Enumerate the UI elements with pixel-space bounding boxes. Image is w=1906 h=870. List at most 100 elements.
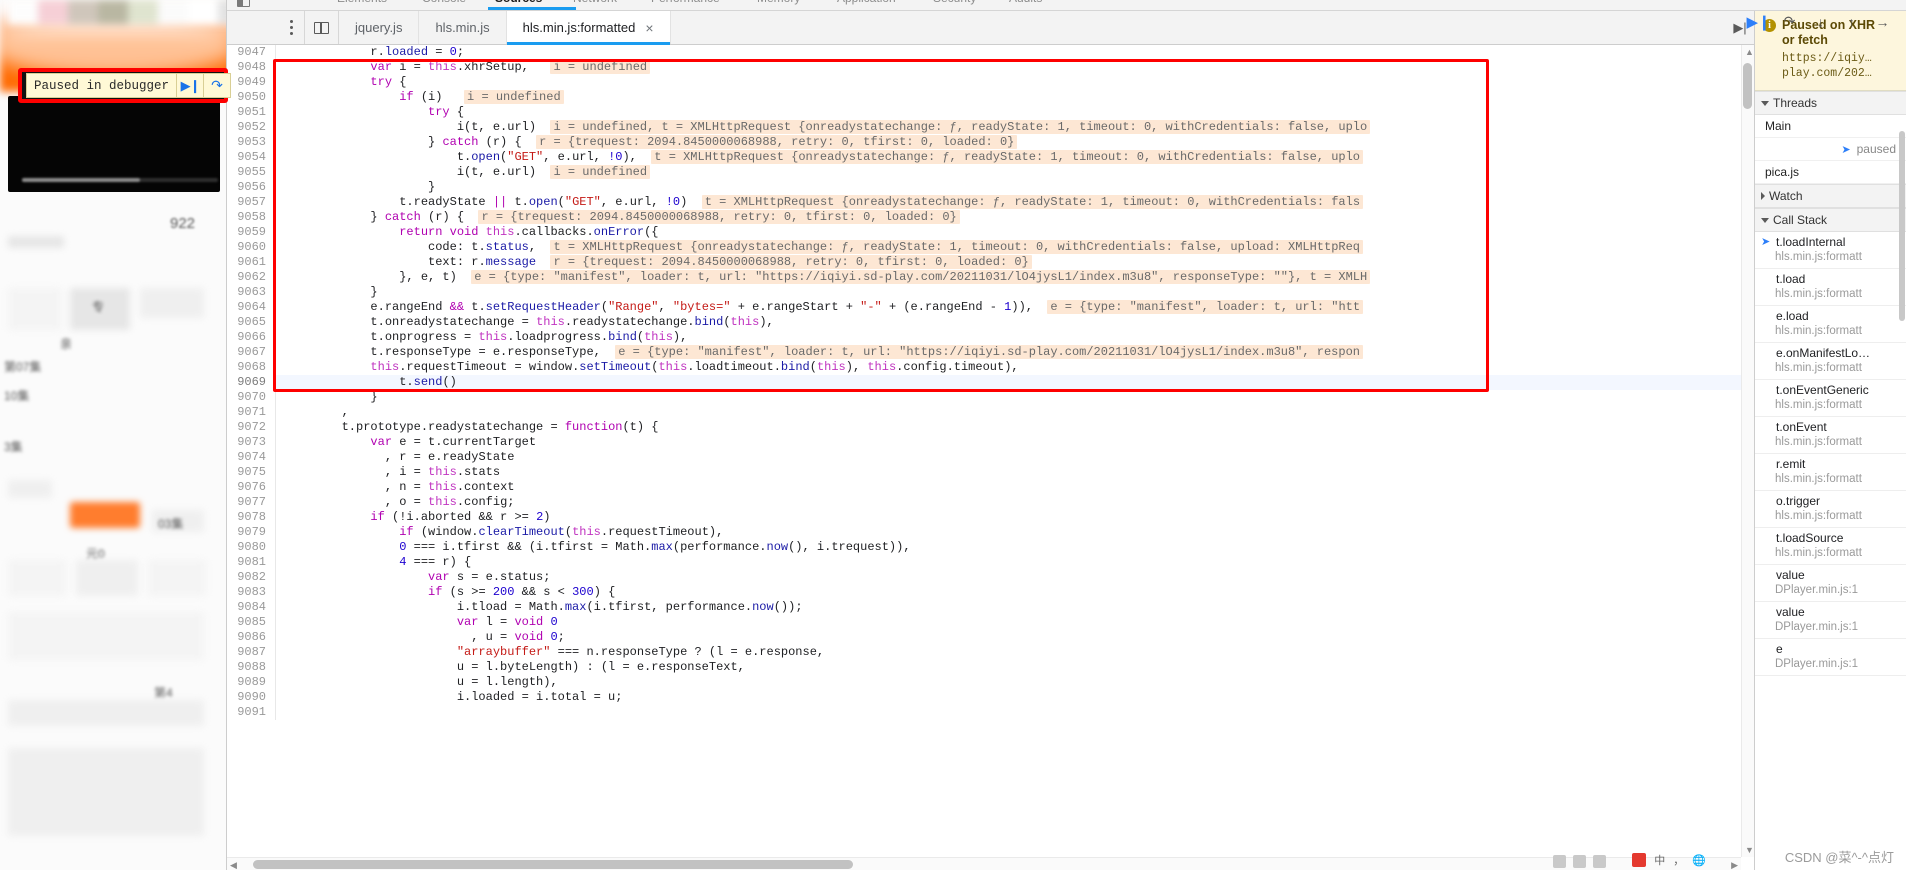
line-number[interactable]: 9090 [227, 690, 275, 705]
tab-performance[interactable]: Performance [651, 0, 720, 5]
code-editor[interactable]: 9047 r.loaded = 0; 9048 var i = this.xhrS… [227, 45, 1754, 870]
line-number[interactable]: 9080 [227, 540, 275, 555]
line-number[interactable]: 9055 [227, 165, 275, 180]
sidebar-scrollbar-thumb[interactable] [1899, 131, 1905, 321]
line-number[interactable]: 9079 [227, 525, 275, 540]
code-line[interactable]: 9084 i.tload = Math.max(i.tfirst, perfor… [227, 600, 1754, 615]
code-line[interactable]: 9068 this.requestTimeout = window.setTim… [227, 360, 1754, 375]
scrollbar-thumb[interactable] [253, 860, 853, 869]
call-stack-frame[interactable]: e.load hls.min.js:formatt [1755, 306, 1906, 343]
line-number[interactable]: 9086 [227, 630, 275, 645]
line-number[interactable]: 9088 [227, 660, 275, 675]
line-number[interactable]: 9061 [227, 255, 275, 270]
code-line[interactable]: 9060 code: t.status, t = XMLHttpRequest … [227, 240, 1754, 255]
tab-security[interactable]: Security [933, 0, 976, 5]
tab-console[interactable]: Console [422, 0, 466, 5]
line-number[interactable]: 9083 [227, 585, 275, 600]
tab-network[interactable]: Network [573, 0, 617, 5]
scroll-down-icon[interactable]: ▼ [1745, 845, 1754, 855]
code-line[interactable]: 9053 } catch (r) { r = {trequest: 2094.8… [227, 135, 1754, 150]
taskbar-icon[interactable] [1593, 855, 1606, 868]
code-line[interactable]: 9051 try { [227, 105, 1754, 120]
line-number[interactable]: 9074 [227, 450, 275, 465]
line-number[interactable]: 9072 [227, 420, 275, 435]
tab-sources[interactable]: Sources [495, 0, 542, 5]
video-player[interactable] [8, 96, 220, 192]
code-line[interactable]: 9066 t.onprogress = this.loadprogress.bi… [227, 330, 1754, 345]
code-line[interactable]: 9074 , r = e.readyState [227, 450, 1754, 465]
step-button[interactable]: → [1874, 13, 1891, 30]
scroll-left-icon[interactable]: ◀ [230, 860, 237, 870]
call-stack-frame[interactable]: ➤ t.loadInternal hls.min.js:formatt [1755, 232, 1906, 269]
code-line[interactable]: 9063 } [227, 285, 1754, 300]
scroll-up-icon[interactable]: ▲ [1745, 47, 1754, 57]
code-line[interactable]: 9091 [227, 705, 1754, 720]
code-line[interactable]: 9077 , o = this.config; [227, 495, 1754, 510]
code-line[interactable]: 9085 var l = void 0 [227, 615, 1754, 630]
thread-pica[interactable]: pica.js [1755, 161, 1906, 184]
code-line[interactable]: 9065 t.onreadystatechange = this.readyst… [227, 315, 1754, 330]
line-number[interactable]: 9089 [227, 675, 275, 690]
line-number[interactable]: 9059 [227, 225, 275, 240]
line-number[interactable]: 9058 [227, 210, 275, 225]
call-stack-frame[interactable]: o.trigger hls.min.js:formatt [1755, 491, 1906, 528]
ime-logo-icon[interactable] [1632, 853, 1647, 867]
line-number[interactable]: 9056 [227, 180, 275, 195]
code-line[interactable]: 9050 if (i) i = undefined [227, 90, 1754, 105]
tab-memory[interactable]: Memory [757, 0, 800, 5]
code-line[interactable]: 9056 } [227, 180, 1754, 195]
line-number[interactable]: 9060 [227, 240, 275, 255]
line-number[interactable]: 9057 [227, 195, 275, 210]
code-line[interactable]: 9048 var i = this.xhrSetup, i = undefine… [227, 60, 1754, 75]
call-stack-frame[interactable]: e.onManifestLo… hls.min.js:formatt [1755, 343, 1906, 380]
code-line[interactable]: 9072 t.prototype.readystatechange = func… [227, 420, 1754, 435]
line-number[interactable]: 9076 [227, 480, 275, 495]
line-number[interactable]: 9062 [227, 270, 275, 285]
line-number[interactable]: 9070 [227, 390, 275, 405]
code-line[interactable]: 9049 try { [227, 75, 1754, 90]
code-line[interactable]: 9080 0 === i.tfirst && (i.tfirst = Math.… [227, 540, 1754, 555]
line-number[interactable]: 9064 [227, 300, 275, 315]
call-stack-frame[interactable]: value DPlayer.min.js:1 [1755, 565, 1906, 602]
code-line[interactable]: 9047 r.loaded = 0; [227, 45, 1754, 60]
line-number[interactable]: 9054 [227, 150, 275, 165]
line-number[interactable]: 9067 [227, 345, 275, 360]
code-line[interactable]: 9082 var s = e.status; [227, 570, 1754, 585]
dock-controls[interactable] [237, 0, 250, 7]
code-line[interactable]: 9062 }, e, t) e = {type: "manifest", loa… [227, 270, 1754, 285]
code-line[interactable]: 9061 text: r.message r = {trequest: 2094… [227, 255, 1754, 270]
line-number[interactable]: 9081 [227, 555, 275, 570]
call-stack-frame[interactable]: e DPlayer.min.js:1 [1755, 639, 1906, 676]
code-line[interactable]: 9070 } [227, 390, 1754, 405]
toggle-navigator-icon[interactable] [305, 11, 339, 44]
step-out-button[interactable]: ↑ [1843, 13, 1860, 30]
dock-side-icon[interactable] [237, 0, 250, 7]
code-line[interactable]: 9090 i.loaded = i.total = u; [227, 690, 1754, 705]
line-number[interactable]: 9084 [227, 600, 275, 615]
line-number[interactable]: 9069 [227, 375, 275, 390]
call-stack-frame[interactable]: t.load hls.min.js:formatt [1755, 269, 1906, 306]
resume-script-execution-button[interactable]: ▶❙ [1746, 13, 1770, 31]
editor-horizontal-scrollbar[interactable]: ◀ ▶ [227, 857, 1741, 870]
file-tab-jquery[interactable]: jquery.js [339, 11, 420, 44]
call-stack-frame[interactable]: r.emit hls.min.js:formatt [1755, 454, 1906, 491]
step-over-button[interactable]: ↷ [204, 74, 230, 97]
step-over-button[interactable]: ↷ [1781, 13, 1798, 30]
code-line[interactable]: 9081 4 === r) { [227, 555, 1754, 570]
line-number[interactable]: 9082 [227, 570, 275, 585]
line-number[interactable]: 9052 [227, 120, 275, 135]
taskbar-icon[interactable] [1553, 855, 1566, 868]
file-tab-hls-min-formatted[interactable]: hls.min.js:formatted × [506, 11, 671, 45]
line-number[interactable]: 9050 [227, 90, 275, 105]
code-line[interactable]: 9071 , [227, 405, 1754, 420]
line-number[interactable]: 9085 [227, 615, 275, 630]
code-line[interactable]: 9079 if (window.clearTimeout(this.reques… [227, 525, 1754, 540]
scroll-right-icon[interactable]: ▶ [1731, 860, 1738, 870]
call-stack-frame[interactable]: t.onEventGeneric hls.min.js:formatt [1755, 380, 1906, 417]
line-number[interactable]: 9065 [227, 315, 275, 330]
line-number[interactable]: 9068 [227, 360, 275, 375]
line-number[interactable]: 9066 [227, 330, 275, 345]
line-number[interactable]: 9047 [227, 45, 275, 60]
code-line[interactable]: 9076 , n = this.context [227, 480, 1754, 495]
video-progress-bar[interactable] [22, 178, 218, 182]
